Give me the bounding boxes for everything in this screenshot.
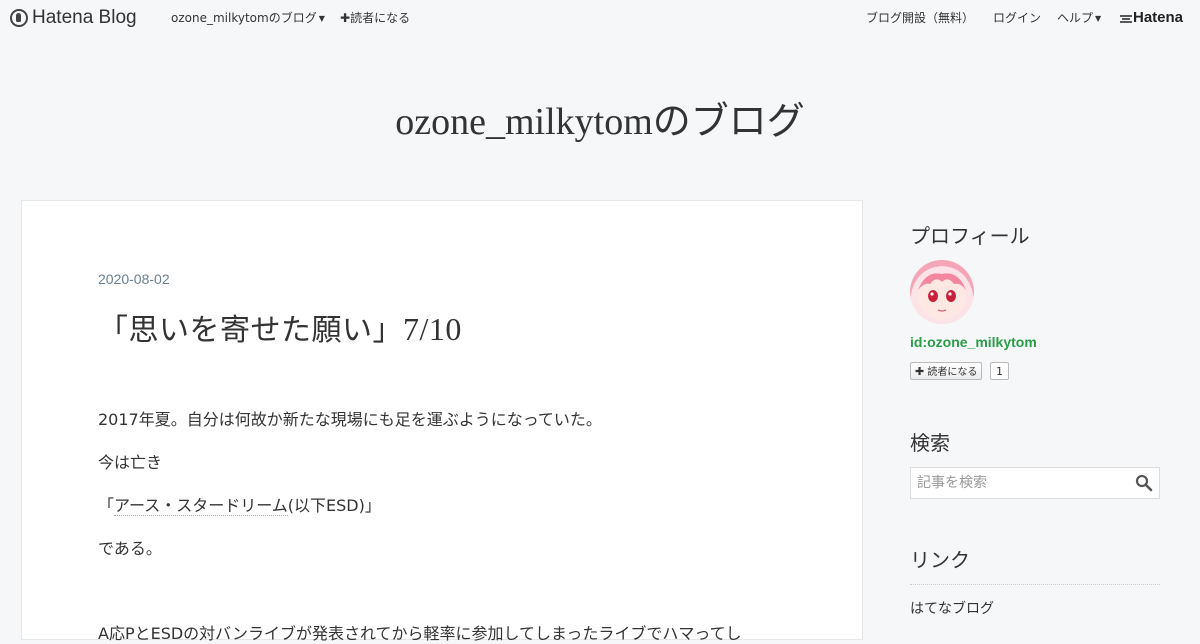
entry-paragraph: 2017年夏。自分は何故か新たな現場にも足を運ぶようになっていた。 [98,410,602,429]
blog-title[interactable]: ozone_milkytomのブログ [0,90,1200,145]
entry-title-number: 7/10 [403,311,462,347]
profile-id-link[interactable]: id:ozone_milkytom [910,334,1037,350]
entry-paragraph: A応PとESDの対バンライブが発表されてから軽率に参加してしまったライブでハマっ… [98,624,742,643]
entry-paragraph: である。 [98,539,162,558]
login-link[interactable]: ログイン [993,0,1041,36]
links-heading: リンク [910,548,970,572]
caret-down-icon: ▼ [318,13,325,23]
subscribe-button-label: 読者になる [927,367,978,378]
help-dropdown[interactable]: ヘルプ ▼ [1057,0,1101,36]
search-icon[interactable] [1135,474,1153,492]
entry-date[interactable]: 2020-08-02 [98,271,170,287]
hatena-blog-logo-icon [10,9,28,27]
caret-down-icon: ▼ [1095,13,1102,23]
subscriber-count: 1 [990,362,1009,380]
blog-menu-label: ozone_milkytomのブログ [171,11,317,25]
entry-article: 2020-08-02 「思いを寄せた願い」7/10 2017年夏。自分は何故か新… [21,200,863,643]
keyword-link[interactable]: アース・スタードリーム [114,496,288,516]
search-input[interactable] [911,468,1133,498]
plus-icon: ✚ [340,11,351,25]
entry-paragraph: 今は亡き [98,453,163,472]
search-heading: 検索 [910,431,950,455]
divider [910,584,1160,585]
hatena-logo-text: Hatena [1133,9,1184,26]
blog-menu-dropdown[interactable]: ozone_milkytomのブログ ▼ [171,0,325,36]
open-blog-link[interactable]: ブログ開設（無料） [866,0,974,36]
help-label: ヘルプ [1057,11,1094,25]
hatena-mark-icon [1120,14,1132,23]
subscribe-button[interactable]: ✚ 読者になる [910,362,983,380]
paragraph-text: (以下ESD)」 [287,496,381,515]
subscribe-link[interactable]: ✚読者になる [340,0,410,36]
search-form [910,467,1160,499]
subscribe-label: 読者になる [350,11,411,25]
entry-paragraph: 「アース・スタードリーム(以下ESD)」 [98,492,381,516]
entry-title-text: 「思いを寄せた願い」 [98,313,403,348]
profile-heading: プロフィール [910,224,1030,248]
sidebar-link-hatena-blog[interactable]: はてなブログ [910,598,994,618]
profile-avatar[interactable] [910,260,974,324]
bracket-open: 「 [98,496,115,515]
logo-text: Hatena Blog [32,7,137,28]
plus-icon: ✚ [915,365,925,378]
avatar-image [910,260,974,324]
entry-title[interactable]: 「思いを寄せた願い」7/10 [98,305,462,349]
global-header: Hatena Blog ozone_milkytomのブログ ▼ ✚読者になる ブ… [0,0,1200,36]
hatena-blog-logo[interactable]: Hatena Blog [10,0,137,36]
hatena-logo[interactable]: Hatena [1119,0,1183,36]
